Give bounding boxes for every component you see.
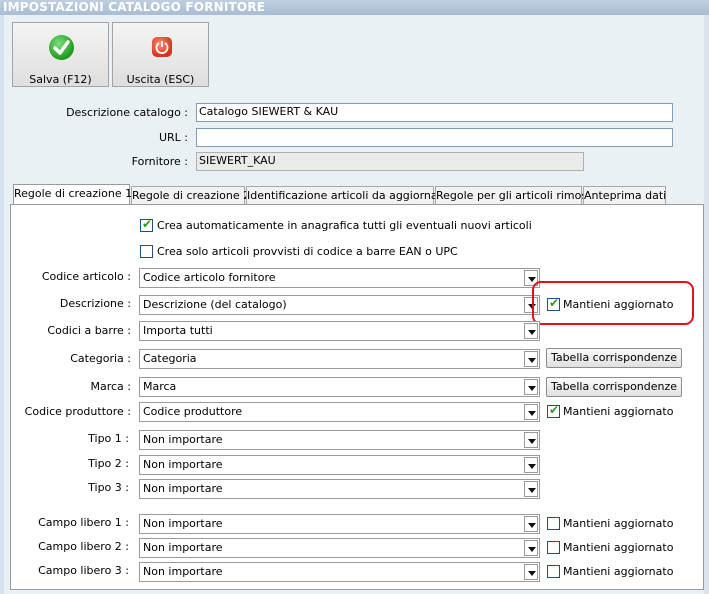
categoria-select[interactable]: Categoria: [139, 349, 540, 369]
tab-identificazione-articoli[interactable]: Identificazione articoli da aggiornare: [246, 186, 449, 204]
campo-libero-3-select[interactable]: Non importare: [139, 562, 540, 582]
campo-libero-2-keep-checkbox[interactable]: [547, 541, 560, 554]
crea-ean-label: Crea solo articoli provvisti di codice a…: [157, 245, 458, 258]
fornitore-label: Fornitore :: [131, 155, 188, 168]
codice-produttore-label: Codice produttore :: [24, 405, 131, 418]
descrizione-select[interactable]: Descrizione (del catalogo): [139, 295, 540, 315]
codice-produttore-value: Codice produttore: [143, 405, 243, 418]
campo-libero-2-select[interactable]: Non importare: [139, 538, 540, 558]
campo-libero-1-select[interactable]: Non importare: [139, 514, 540, 534]
window-title: IMPOSTAZIONI CATALOGO FORNITORE: [0, 0, 709, 15]
categoria-value: Categoria: [143, 352, 197, 365]
chevron-down-icon[interactable]: [524, 351, 538, 367]
codici-barre-label: Codici a barre :: [47, 324, 131, 337]
save-button-label: Salva (F12): [29, 73, 92, 86]
url-field[interactable]: [196, 128, 673, 147]
power-icon: [152, 37, 172, 57]
exit-button-label: Uscita (ESC): [126, 73, 195, 86]
campo-libero-1-keep-label: Mantieni aggiornato: [563, 517, 674, 530]
descrizione-label: Descrizione :: [59, 297, 131, 310]
panel-bottom-border: [10, 589, 704, 590]
campo-libero-3-keep-checkbox[interactable]: [547, 565, 560, 578]
tipo-2-select[interactable]: Non importare: [139, 455, 540, 475]
crea-auto-checkbox[interactable]: ✔: [140, 217, 153, 232]
codice-articolo-select[interactable]: Codice articolo fornitore: [139, 268, 540, 288]
chevron-down-icon[interactable]: [524, 564, 538, 580]
campo-libero-1-keep-checkbox[interactable]: [547, 517, 560, 530]
chevron-down-icon[interactable]: [524, 540, 538, 556]
check-icon: ✔: [549, 403, 560, 417]
window-left-border: [0, 15, 4, 594]
chevron-down-icon[interactable]: [524, 481, 538, 497]
descrizione-catalogo-label: Descrizione catalogo :: [66, 106, 188, 119]
chevron-down-icon[interactable]: [524, 404, 538, 420]
marca-select[interactable]: Marca: [139, 377, 540, 397]
tipo-2-value: Non importare: [143, 458, 223, 471]
exit-button[interactable]: Uscita (ESC): [112, 22, 209, 87]
tab-regole-creazione-1[interactable]: Regole di creazione 1: [13, 184, 132, 205]
tipo-1-select[interactable]: Non importare: [139, 430, 540, 450]
url-label: URL :: [158, 131, 188, 144]
window-right-border: [704, 15, 709, 594]
codici-barre-select[interactable]: Importa tutti: [139, 321, 540, 341]
fornitore-field: SIEWERT_KAU: [196, 152, 584, 171]
codice-produttore-select[interactable]: Codice produttore: [139, 402, 540, 422]
campo-libero-2-value: Non importare: [143, 541, 223, 554]
marca-value: Marca: [143, 380, 177, 393]
descrizione-value: Descrizione (del catalogo): [143, 298, 287, 311]
tab-anteprima-dati[interactable]: Anteprima dati: [583, 186, 666, 204]
crea-ean-checkbox[interactable]: [140, 245, 153, 258]
tipo-1-label: Tipo 1 :: [88, 432, 129, 445]
save-button[interactable]: Salva (F12): [12, 22, 109, 87]
chevron-down-icon[interactable]: [524, 432, 538, 448]
codice-articolo-label: Codice articolo :: [41, 270, 131, 283]
chevron-down-icon[interactable]: [524, 457, 538, 473]
tipo-1-value: Non importare: [143, 433, 223, 446]
campo-libero-3-value: Non importare: [143, 565, 223, 578]
codice-produttore-keep-label: Mantieni aggiornato: [563, 405, 674, 418]
chevron-down-icon[interactable]: [524, 323, 538, 339]
crea-auto-label: Crea automaticamente in anagrafica tutti…: [157, 219, 532, 232]
chevron-down-icon[interactable]: [524, 379, 538, 395]
categoria-label: Categoria :: [70, 352, 131, 365]
codice-articolo-value: Codice articolo fornitore: [143, 271, 276, 284]
marca-tabella-button[interactable]: Tabella corrispondenze: [546, 377, 682, 397]
descrizione-catalogo-field[interactable]: Catalogo SIEWERT & KAU: [196, 103, 673, 122]
tipo-3-value: Non importare: [143, 482, 223, 495]
campo-libero-3-keep-label: Mantieni aggiornato: [563, 565, 674, 578]
tipo-3-select[interactable]: Non importare: [139, 479, 540, 499]
check-icon: [49, 35, 74, 60]
codici-barre-value: Importa tutti: [143, 324, 213, 337]
codice-produttore-keep-checkbox[interactable]: ✔: [547, 403, 560, 418]
tipo-2-label: Tipo 2 :: [88, 457, 129, 470]
marca-label: Marca :: [90, 380, 131, 393]
categoria-tabella-button[interactable]: Tabella corrispondenze: [546, 348, 682, 368]
campo-libero-1-label: Campo libero 1 :: [38, 516, 129, 529]
campo-libero-2-label: Campo libero 2 :: [38, 540, 129, 553]
highlight-annotation: [532, 281, 694, 325]
check-icon: ✔: [142, 217, 153, 231]
campo-libero-3-label: Campo libero 3 :: [38, 564, 129, 577]
campo-libero-2-keep-label: Mantieni aggiornato: [563, 541, 674, 554]
tab-regole-creazione-2[interactable]: Regole di creazione 2: [131, 186, 250, 204]
tipo-3-label: Tipo 3 :: [88, 481, 129, 494]
campo-libero-1-value: Non importare: [143, 517, 223, 530]
tab-regole-articoli-rimossi[interactable]: Regole per gli articoli rimossi: [435, 186, 596, 204]
chevron-down-icon[interactable]: [524, 516, 538, 532]
